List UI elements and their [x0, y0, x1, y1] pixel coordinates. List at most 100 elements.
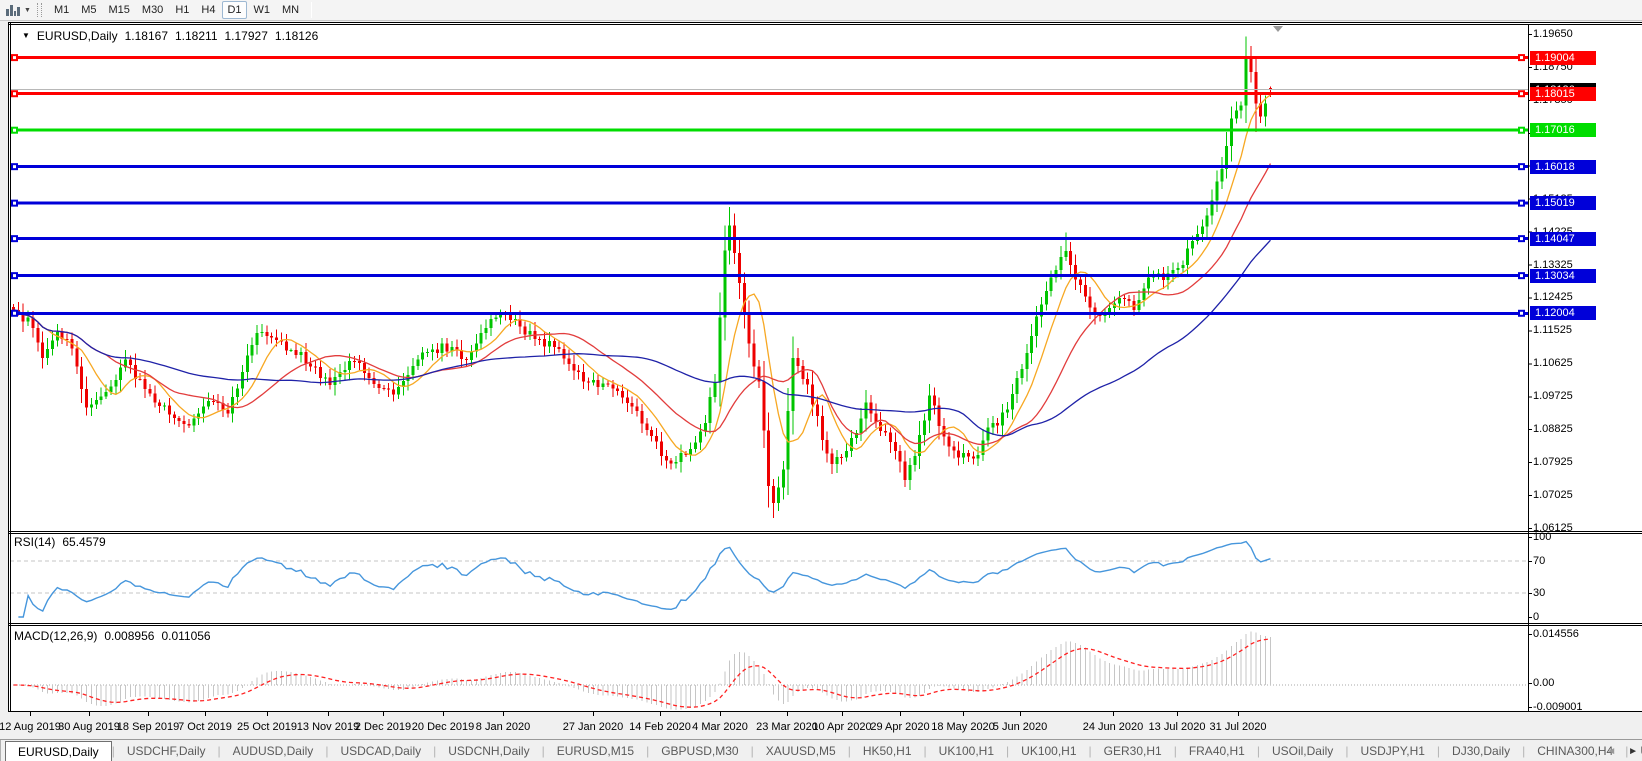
date-axis-label: 20 Dec 2019 [411, 721, 475, 733]
line-anchor-marker-center [13, 274, 16, 278]
symbol-tab-eurusd-daily[interactable]: EURUSD,Daily [5, 741, 112, 761]
rsi-current-value: 65.4579 [62, 535, 106, 549]
chart-shift-marker[interactable] [1273, 26, 1283, 32]
tab-scroll-right-icon[interactable]: ► [1628, 746, 1638, 757]
symbol-tab-fra40-h1[interactable]: FRA40,H1 [1177, 740, 1257, 761]
date-axis-label: 18 May 2020 [931, 721, 995, 733]
date-axis-label: 13 Nov 2019 [296, 721, 360, 733]
symbol-tab-dj30-daily[interactable]: DJ30,Daily [1440, 740, 1522, 761]
date-axis-label: 27 Jan 2020 [562, 721, 624, 733]
mid-ma-line [13, 163, 1272, 446]
price-axis-tick-label: 1.11525 [1533, 324, 1572, 337]
date-axis-label: 14 Feb 2020 [629, 721, 691, 733]
rsi-panel-label: RSI(14) 65.4579 [14, 535, 106, 549]
line-anchor-marker-center [1520, 201, 1523, 205]
price-axis-tick-label: 1.09725 [1533, 390, 1573, 403]
tab-scroll-left-icon[interactable]: ◄ [1606, 746, 1616, 757]
line-anchor-marker-center [1520, 274, 1523, 278]
symbol-timeframe-label: EURUSD,Daily [36, 29, 118, 43]
tab-scroll-arrows: ◄ ► [1606, 740, 1638, 761]
price-axis-tick-label: 1.07925 [1533, 456, 1573, 469]
price-level-badge-1.12004: 1.12004 [1530, 306, 1596, 321]
date-axis-label: 24 Jun 2020 [1082, 721, 1144, 733]
line-anchor-marker-center [13, 56, 16, 60]
symbol-tab-usdcnh-daily[interactable]: USDCNH,Daily [436, 740, 541, 761]
line-anchor-marker-center [1520, 237, 1523, 241]
macd-signal-line [13, 638, 1271, 708]
date-axis-label: 30 Aug 2019 [58, 721, 120, 733]
chart-canvas[interactable] [0, 0, 1642, 761]
line-anchor-marker-center [13, 92, 16, 96]
line-anchor-marker-center [13, 165, 16, 169]
macd-axis-label: -0.009001 [1533, 701, 1583, 713]
price-axis-tick-label: 1.19650 [1533, 28, 1573, 40]
rsi-axis-label: 100 [1533, 531, 1552, 543]
price-axis-tick-label: 1.10625 [1533, 357, 1573, 370]
symbol-tab-uk100-h1[interactable]: UK100,H1 [1009, 740, 1088, 761]
macd-axis-label: 0.00 [1533, 677, 1555, 689]
symbol-tab-audusd-daily[interactable]: AUDUSD,Daily [221, 740, 326, 761]
line-anchor-marker-center [1520, 56, 1523, 60]
rsi-axis-label: 0 [1533, 611, 1540, 623]
rsi-line [18, 540, 1271, 618]
date-axis-label: 5 Jun 2020 [992, 721, 1048, 733]
symbol-tab-xauusd-m5[interactable]: XAUUSD,M5 [754, 740, 848, 761]
trading-platform-window: ▼ M1 M5 M15 M30 H1 H4 D1 W1 MN 1.19650 1.18750 1.1… [0, 0, 1642, 761]
date-axis-label: 29 Apr 2020 [870, 721, 930, 733]
line-anchor-marker-center [1520, 92, 1523, 96]
line-anchor-marker-center [1520, 165, 1523, 169]
line-anchor-marker-center [1520, 311, 1523, 315]
line-anchor-marker-center [13, 311, 16, 315]
price-axis-tick-label: 1.08825 [1533, 423, 1573, 436]
date-axis-label: 23 Mar 2020 [756, 721, 818, 733]
macd-axis-label: 0.014556 [1533, 628, 1579, 640]
price-level-badge-1.16018: 1.16018 [1530, 159, 1596, 174]
symbol-tab-hk50-h1[interactable]: HK50,H1 [851, 740, 924, 761]
date-axis-label: 7 Oct 2019 [178, 721, 232, 733]
date-axis-label: 2 Dec 2019 [354, 721, 412, 733]
line-anchor-marker-center [13, 201, 16, 205]
symbol-tab-usdchf-daily[interactable]: USDCHF,Daily [115, 740, 218, 761]
price-axis-tick-label: 1.12425 [1533, 291, 1573, 304]
symbol-tab-eurusd-m15[interactable]: EURUSD,M15 [545, 740, 646, 761]
price-level-badge-1.17016: 1.17016 [1530, 123, 1596, 138]
date-axis-label: 18 Sep 2019 [116, 721, 180, 733]
line-anchor-marker-center [13, 237, 16, 241]
rsi-axis-label: 30 [1533, 587, 1546, 599]
date-axis-label: 4 Mar 2020 [692, 721, 748, 733]
price-level-badge-1.14047: 1.14047 [1530, 231, 1596, 246]
macd-indicator-name: MACD(12,26,9) [14, 629, 98, 643]
macd-panel-label: MACD(12,26,9) 0.008956 0.011056 [14, 629, 211, 643]
ohlc-low: 1.17927 [224, 29, 268, 43]
symbol-dropdown-icon[interactable]: ▼ [22, 31, 30, 43]
price-level-badge-1.15019: 1.15019 [1530, 196, 1596, 211]
bottom-tab-bar: EURUSD,Daily | USDCHF,Daily | AUDUSD,Daily | U… [0, 739, 1642, 761]
price-level-badge-1.19004: 1.19004 [1530, 50, 1596, 65]
line-anchor-marker-center [13, 128, 16, 132]
date-axis-label: 8 Jan 2020 [475, 721, 531, 733]
symbol-tab-uk100-h1[interactable]: UK100,H1 [927, 740, 1006, 761]
date-axis-label: 12 Aug 2019 [0, 721, 61, 733]
symbol-tab-usoil-daily[interactable]: USOil,Daily [1260, 740, 1345, 761]
tab-bar-grip[interactable] [0, 740, 1, 761]
symbol-tab-usdjpy-h1[interactable]: USDJPY,H1 [1348, 740, 1436, 761]
rsi-indicator-name: RSI(14) [14, 535, 56, 549]
ohlc-close: 1.18126 [274, 29, 319, 43]
date-axis-label: 10 Apr 2020 [812, 721, 872, 733]
price-axis-tick-label: 1.07025 [1533, 489, 1573, 502]
candlestick-series [12, 36, 1272, 518]
chart-title: ▼ EURUSD,Daily 1.18167 1.18211 1.17927 1… [22, 29, 318, 43]
date-axis-label: 31 Jul 2020 [1209, 721, 1267, 733]
ohlc-open: 1.18167 [124, 29, 168, 43]
symbol-tab-usdcad-daily[interactable]: USDCAD,Daily [328, 740, 433, 761]
symbol-tab-ger30-h1[interactable]: GER30,H1 [1092, 740, 1174, 761]
symbol-tabs: EURUSD,Daily | USDCHF,Daily | AUDUSD,Daily | U… [5, 740, 1642, 761]
date-axis-label: 25 Oct 2019 [237, 721, 297, 733]
date-axis-label: 13 Jul 2020 [1148, 721, 1206, 733]
line-anchor-marker-center [1520, 128, 1523, 132]
rsi-axis-label: 70 [1533, 555, 1546, 567]
macd-signal-value: 0.011056 [161, 629, 211, 643]
macd-histogram [17, 631, 1271, 711]
price-level-badge-1.18015: 1.18015 [1530, 86, 1596, 101]
symbol-tab-gbpusd-m30[interactable]: GBPUSD,M30 [649, 740, 750, 761]
